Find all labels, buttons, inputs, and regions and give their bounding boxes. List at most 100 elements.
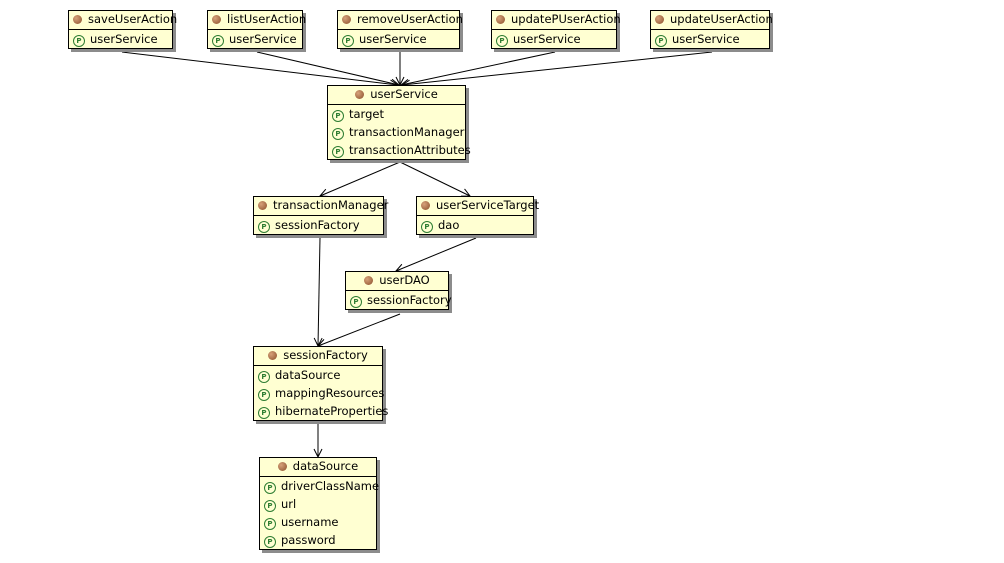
- bean-property[interactable]: PmappingResources: [254, 384, 385, 402]
- property-icon: P: [332, 110, 344, 122]
- property-icon: P: [421, 221, 433, 233]
- property-name: hibernateProperties: [275, 404, 389, 418]
- property-name: userService: [513, 32, 581, 46]
- bean-property[interactable]: PdriverClassName: [260, 477, 380, 495]
- property-name: userService: [90, 32, 158, 46]
- bean-property[interactable]: PuserService: [651, 30, 769, 48]
- bean-icon: [364, 276, 374, 285]
- bean-icon: [342, 15, 351, 24]
- edge-transactionManager-to-sessionFactory: [318, 237, 320, 346]
- edge-userDAO-to-sessionFactory: [318, 313, 401, 346]
- bean-icon: [496, 15, 505, 24]
- bean-property[interactable]: Purl: [260, 495, 376, 513]
- bean-name: userDAO: [379, 273, 430, 287]
- bean-name: userServiceTarget: [436, 198, 540, 212]
- bean-property[interactable]: PuserService: [492, 30, 616, 48]
- bean-sessionFactory[interactable]: sessionFactory PdataSource PmappingResourc…: [253, 346, 388, 421]
- property-name: transactionAttributes: [349, 143, 471, 157]
- bean-icon: [258, 201, 267, 210]
- bean-name: saveUserAction: [88, 12, 178, 26]
- property-icon: P: [73, 35, 85, 47]
- bean-name: listUserAction: [227, 12, 307, 26]
- edge-userService-to-userServiceTarget: [399, 161, 470, 196]
- bean-icon: [268, 351, 278, 360]
- bean-property[interactable]: PsessionFactory: [346, 291, 452, 309]
- property-icon: P: [264, 500, 276, 512]
- property-icon: P: [350, 296, 362, 308]
- bean-header: listUserAction: [208, 11, 306, 30]
- bean-name: dataSource: [292, 459, 359, 473]
- property-name: transactionManager: [349, 125, 465, 139]
- bean-icon: [73, 15, 82, 24]
- bean-property[interactable]: PuserService: [69, 30, 172, 48]
- property-icon: P: [496, 35, 508, 47]
- bean-icon: [421, 201, 430, 210]
- bean-property[interactable]: Ptarget: [328, 105, 465, 123]
- property-icon: P: [258, 407, 270, 419]
- bean-property[interactable]: PtransactionManager: [328, 123, 465, 141]
- property-name: username: [281, 515, 339, 529]
- bean-name: userService: [370, 87, 438, 101]
- property-name: url: [281, 497, 297, 511]
- property-icon: P: [264, 482, 276, 494]
- property-name: sessionFactory: [367, 293, 452, 307]
- bean-property[interactable]: PdataSource: [254, 366, 382, 384]
- property-icon: P: [342, 35, 354, 47]
- bean-listUserAction[interactable]: listUserAction PuserService: [207, 10, 306, 49]
- property-name: sessionFactory: [275, 218, 360, 232]
- bean-property[interactable]: PtransactionAttributes: [328, 141, 471, 159]
- bean-icon: [277, 462, 287, 471]
- bean-saveUserAction[interactable]: saveUserAction PuserService: [68, 10, 177, 49]
- property-name: userService: [359, 32, 427, 46]
- bean-header: userService: [328, 86, 465, 105]
- bean-userServiceTarget[interactable]: userServiceTarget Pdao: [416, 196, 539, 235]
- edge-updatePUserAction-to-userService: [401, 51, 556, 85]
- bean-icon: [655, 15, 664, 24]
- bean-name: sessionFactory: [283, 348, 368, 362]
- property-name: mappingResources: [275, 386, 385, 400]
- property-icon: P: [332, 146, 344, 158]
- bean-updateUserAction[interactable]: updateUserAction PuserService: [650, 10, 773, 49]
- bean-dataSource[interactable]: dataSource PdriverClassName Purl Pusername P…: [259, 457, 380, 550]
- bean-header: saveUserAction: [69, 11, 177, 30]
- property-name: userService: [229, 32, 297, 46]
- property-name: password: [281, 533, 336, 547]
- property-name: target: [349, 107, 384, 121]
- bean-icon: [355, 90, 365, 99]
- bean-transactionManager[interactable]: transactionManager PsessionFactory: [253, 196, 388, 235]
- edge-updateUserAction-to-userService: [402, 51, 713, 85]
- bean-removeUserAction[interactable]: removeUserAction PuserService: [337, 10, 463, 49]
- bean-property[interactable]: PsessionFactory: [254, 216, 383, 234]
- property-icon: P: [655, 35, 667, 47]
- property-icon: P: [212, 35, 224, 47]
- property-icon: P: [264, 518, 276, 530]
- edge-userService-to-transactionManager: [320, 161, 401, 196]
- edge-userServiceTarget-to-userDAO: [396, 237, 477, 271]
- bean-header: updatePUserAction: [492, 11, 621, 30]
- bean-icon: [212, 15, 221, 24]
- bean-userDAO[interactable]: userDAO PsessionFactory: [345, 271, 452, 310]
- bean-property[interactable]: PhibernateProperties: [254, 402, 388, 420]
- bean-header: transactionManager: [254, 197, 388, 216]
- bean-property[interactable]: Pusername: [260, 513, 376, 531]
- bean-name: updateUserAction: [670, 12, 773, 26]
- property-icon: P: [258, 221, 270, 233]
- property-name: driverClassName: [281, 479, 380, 493]
- property-name: dataSource: [275, 368, 341, 382]
- bean-property[interactable]: Pdao: [417, 216, 533, 234]
- bean-header: userServiceTarget: [417, 197, 539, 216]
- bean-header: updateUserAction: [651, 11, 773, 30]
- bean-property[interactable]: PuserService: [338, 30, 459, 48]
- bean-name: updatePUserAction: [511, 12, 621, 26]
- bean-header: dataSource: [260, 458, 376, 477]
- bean-name: removeUserAction: [357, 12, 463, 26]
- property-icon: P: [258, 371, 270, 383]
- bean-header: removeUserAction: [338, 11, 463, 30]
- bean-property[interactable]: Ppassword: [260, 531, 376, 549]
- bean-userService[interactable]: userService Ptarget PtransactionManager Ptr…: [327, 85, 471, 160]
- bean-name: transactionManager: [273, 198, 389, 212]
- bean-updatePUserAction[interactable]: updatePUserAction PuserService: [491, 10, 621, 49]
- property-icon: P: [264, 536, 276, 548]
- bean-property[interactable]: PuserService: [208, 30, 302, 48]
- property-name: userService: [672, 32, 740, 46]
